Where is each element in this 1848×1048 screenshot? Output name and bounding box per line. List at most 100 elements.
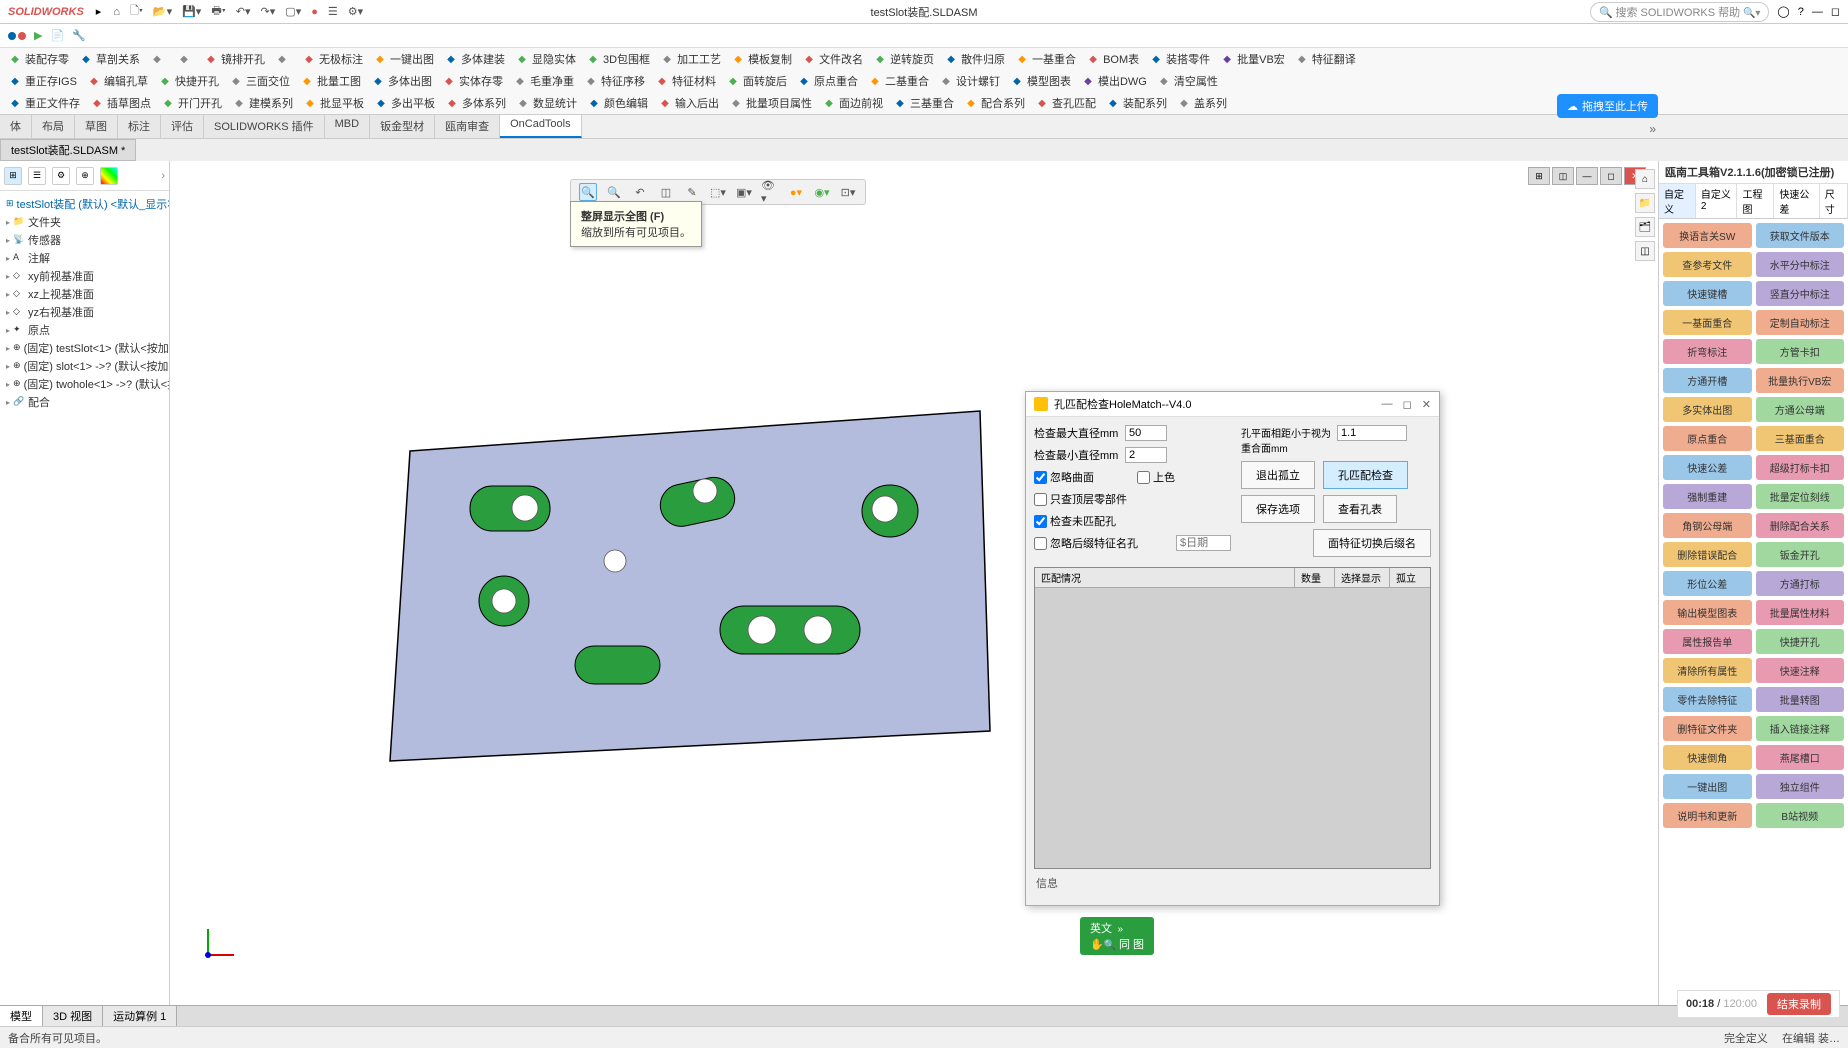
user-icon[interactable]: ◯: [1777, 5, 1789, 18]
ribbon-cmd[interactable]: ◆: [173, 50, 198, 68]
ribbon-cmd[interactable]: ◆建模系列: [228, 94, 297, 112]
ribbon-cmd[interactable]: ◆实体存零: [438, 72, 507, 90]
ribbon-cmd[interactable]: ◆文件改名: [798, 50, 867, 68]
display-manager-icon[interactable]: [100, 167, 118, 185]
rename-suffix-button[interactable]: 面特征切换后缀名: [1313, 529, 1431, 557]
toolbox-button[interactable]: 快捷开孔: [1756, 629, 1845, 654]
base-plate[interactable]: [390, 411, 990, 761]
tree-expand-icon[interactable]: ▸: [6, 272, 10, 281]
open-file-icon[interactable]: 📂▾: [153, 5, 172, 18]
hole-1[interactable]: [512, 495, 538, 521]
macro-dot-red[interactable]: [18, 32, 26, 40]
vp-tile-icon[interactable]: ⊞: [1528, 167, 1550, 185]
ribbon-cmd[interactable]: ◆: [146, 50, 171, 68]
help-icon[interactable]: ?: [1798, 6, 1804, 18]
hole-5b[interactable]: [804, 616, 832, 644]
upload-badge[interactable]: ☁ 拖拽至此上传: [1557, 94, 1658, 118]
toolbox-button[interactable]: 获取文件版本: [1756, 223, 1845, 248]
toolbox-button[interactable]: 批量执行VB宏: [1756, 368, 1845, 393]
command-tab[interactable]: SOLIDWORKS 插件: [204, 115, 325, 138]
view-hole-table-button[interactable]: 查看孔表: [1323, 495, 1397, 523]
ribbon-cmd[interactable]: ◆装配系列: [1102, 94, 1171, 112]
dimxpert-icon[interactable]: ⊕: [76, 167, 94, 185]
date-input[interactable]: [1176, 535, 1231, 551]
toolbox-button[interactable]: 批量属性材料: [1756, 600, 1845, 625]
feature-tree-icon[interactable]: ⊞: [4, 167, 22, 185]
redo-icon[interactable]: ↷▾: [261, 5, 276, 18]
panel-chevron-icon[interactable]: ›: [161, 170, 165, 182]
new-file-icon[interactable]: 🗋▾: [130, 2, 143, 21]
toolbox-button[interactable]: 换语言关SW: [1663, 223, 1752, 248]
gear-icon[interactable]: ⚙▾: [348, 5, 363, 18]
col-select-show[interactable]: 选择显示: [1335, 568, 1390, 587]
macro-play-icon[interactable]: ▶: [34, 29, 42, 42]
ribbon-cmd[interactable]: ◆散件归原: [940, 50, 1009, 68]
toolbox-button[interactable]: 方通打标: [1756, 571, 1845, 596]
toolbox-button[interactable]: 属性报告单: [1663, 629, 1752, 654]
ribbon-cmd[interactable]: ◆原点重合: [793, 72, 862, 90]
toolbox-button[interactable]: 燕尾槽口: [1756, 745, 1845, 770]
edit-appearance-icon[interactable]: ●▾: [787, 183, 805, 201]
toolbox-button[interactable]: 清除所有属性: [1663, 658, 1752, 683]
ribbon-cmd[interactable]: ◆编辑孔草: [83, 72, 152, 90]
toolbox-tab[interactable]: 快速公差: [1774, 184, 1819, 218]
ribbon-cmd[interactable]: ◆重正存IGS: [4, 72, 81, 90]
ribbon-cmd[interactable]: ◆数显统计: [512, 94, 581, 112]
toolbox-button[interactable]: 批量转图: [1756, 687, 1845, 712]
toolbox-button[interactable]: 三基面重合: [1756, 426, 1845, 451]
ribbon-cmd[interactable]: ◆模型图表: [1006, 72, 1075, 90]
toolbox-tab[interactable]: 自定义2: [1696, 184, 1738, 218]
display-style-icon[interactable]: ▣▾: [735, 183, 753, 201]
ribbon-cmd[interactable]: ◆特征翻译: [1291, 50, 1360, 68]
design-library-icon[interactable]: 📁: [1635, 193, 1655, 213]
command-tab[interactable]: 评估: [161, 115, 204, 138]
ribbon-cmd[interactable]: ◆设计螺钉: [935, 72, 1004, 90]
ribbon-cmd[interactable]: ◆颜色编辑: [583, 94, 652, 112]
ribbon-cmd[interactable]: ◆插草图点: [86, 94, 155, 112]
dialog-close-icon[interactable]: ✕: [1422, 398, 1431, 411]
document-tab[interactable]: testSlot装配.SLDASM *: [0, 139, 136, 161]
ribbon-cmd[interactable]: ◆特征材料: [651, 72, 720, 90]
toolbox-button[interactable]: 输出模型图表: [1663, 600, 1752, 625]
toolbox-button[interactable]: 定制自动标注: [1756, 310, 1845, 335]
expand-ribbon-icon[interactable]: »: [1649, 122, 1656, 136]
toolbox-button[interactable]: 角钢公母端: [1663, 513, 1752, 538]
command-tab[interactable]: 钣金型材: [370, 115, 435, 138]
view-palette-icon[interactable]: ◫: [1635, 241, 1655, 261]
tree-item[interactable]: ▸⊕(固定) twohole<1> ->? (默认<按加…: [4, 375, 165, 393]
ribbon-cmd[interactable]: ◆快捷开孔: [154, 72, 223, 90]
property-manager-icon[interactable]: ☰: [28, 167, 46, 185]
apply-scene-icon[interactable]: ◉▾: [813, 183, 831, 201]
command-tab[interactable]: 标注: [118, 115, 161, 138]
toolbox-button[interactable]: 钣金开孔: [1756, 542, 1845, 567]
ribbon-cmd[interactable]: ◆装配存零: [4, 50, 73, 68]
dialog-minimize-icon[interactable]: —: [1382, 398, 1393, 411]
zoom-fit-icon[interactable]: 🔍: [579, 183, 597, 201]
tree-item[interactable]: ▸◇xy前视基准面: [4, 267, 165, 285]
previous-view-icon[interactable]: ↶: [631, 183, 649, 201]
tolerance-input[interactable]: [1337, 425, 1407, 441]
toolbox-button[interactable]: 独立组件: [1756, 774, 1845, 799]
ribbon-cmd[interactable]: ◆查孔匹配: [1031, 94, 1100, 112]
tree-expand-icon[interactable]: ▸: [6, 308, 10, 317]
toolbox-button[interactable]: 说明书和更新: [1663, 803, 1752, 828]
tree-item[interactable]: ▸⊕(固定) slot<1> ->? (默认<按加工…: [4, 357, 165, 375]
toolbox-button[interactable]: 方通公母端: [1756, 397, 1845, 422]
select-icon[interactable]: ▢▾: [285, 5, 301, 18]
ribbon-cmd[interactable]: ◆面转旋后: [722, 72, 791, 90]
stop-recording-button[interactable]: 结束录制: [1767, 993, 1831, 1015]
ribbon-cmd[interactable]: ◆一键出图: [369, 50, 438, 68]
save-options-button[interactable]: 保存选项: [1241, 495, 1315, 523]
toolbox-button[interactable]: 超级打标卡扣: [1756, 455, 1845, 480]
tree-expand-icon[interactable]: ▸: [6, 290, 10, 299]
toolbox-button[interactable]: 删除错误配合: [1663, 542, 1752, 567]
view-orientation-icon[interactable]: ⬚▾: [709, 183, 727, 201]
toolbox-button[interactable]: 强制重建: [1663, 484, 1752, 509]
command-tab[interactable]: MBD: [325, 115, 370, 138]
dialog-titlebar[interactable]: 孔匹配检查HoleMatch--V4.0 — ◻ ✕: [1026, 392, 1439, 417]
motion-tab[interactable]: 3D 视图: [43, 1006, 103, 1026]
toolbox-button[interactable]: 批量定位刻线: [1756, 484, 1845, 509]
tree-expand-icon[interactable]: ▸: [6, 362, 10, 371]
ribbon-cmd[interactable]: ◆开门开孔: [157, 94, 226, 112]
chevron-right-icon[interactable]: ▸: [96, 5, 102, 18]
